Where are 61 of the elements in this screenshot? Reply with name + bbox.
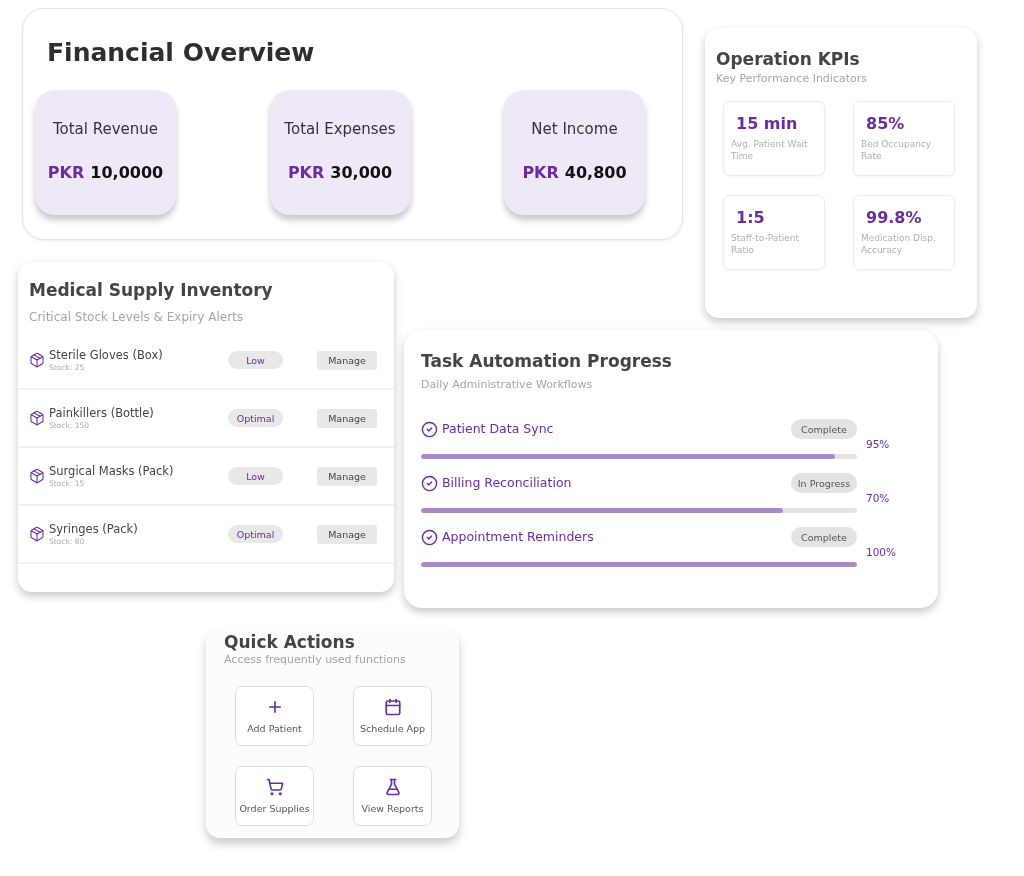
cart-icon <box>265 778 284 796</box>
task-name: Billing Reconciliation <box>442 475 572 491</box>
box-icon <box>29 468 45 484</box>
check-circle-icon <box>421 474 438 492</box>
box-icon <box>29 526 45 542</box>
card-title: Task Automation Progress <box>421 350 672 372</box>
currency-label: PKR <box>522 163 559 183</box>
kpi-label: Staff-to-Patient Ratio <box>731 232 800 256</box>
check-circle-icon <box>421 420 438 438</box>
progress-reading: 100% <box>866 546 897 558</box>
progress-reading: 70% <box>866 492 891 504</box>
card-title: Operation KPIs <box>716 48 860 70</box>
status-badge: Low <box>228 351 283 369</box>
progress-reading: 95% <box>866 438 891 450</box>
card-title: Medical Supply Inventory <box>29 279 273 301</box>
box-icon <box>29 352 45 368</box>
quick-action-button[interactable]: Schedule App <box>353 686 432 746</box>
kpi-value: 99.8% <box>866 208 922 228</box>
tile-label: Net Income <box>531 119 618 139</box>
item-name: Syringes (Pack) <box>49 522 138 537</box>
manage-button[interactable]: Manage <box>317 350 377 370</box>
amount-value: 10,0000 <box>90 163 164 183</box>
manage-button[interactable]: Manage <box>317 466 377 486</box>
box-icon <box>29 410 45 426</box>
calendar-icon <box>383 698 402 716</box>
item-name: Painkillers (Bottle) <box>49 406 154 421</box>
tile-label: Total Revenue <box>52 119 159 139</box>
item-name: Surgical Masks (Pack) <box>49 464 174 479</box>
status-badge: Optimal <box>228 409 283 427</box>
card-subtitle: Access frequently used functions <box>224 653 406 667</box>
tile-label: Total Expenses <box>284 119 396 139</box>
task-name: Patient Data Sync <box>442 421 554 437</box>
task-name: Appointment Reminders <box>442 529 594 545</box>
kpi-label: Avg. Patient Wait Time <box>731 138 809 162</box>
item-name: Sterile Gloves (Box) <box>49 348 163 363</box>
currency-label: PKR <box>287 163 325 183</box>
kpi-value: 85% <box>866 114 905 134</box>
status-badge: Complete <box>791 419 857 439</box>
manage-button[interactable]: Manage <box>317 408 377 428</box>
card-subtitle: Key Performance Indicators <box>716 72 867 86</box>
amount-value: 30,000 <box>330 163 393 183</box>
flask-icon <box>383 778 402 796</box>
status-badge: Optimal <box>228 525 283 543</box>
card-subtitle: Daily Administrative Workflows <box>421 378 593 392</box>
kpi-value: 1:5 <box>736 208 765 228</box>
currency-label: PKR <box>47 163 85 183</box>
status-badge: Complete <box>791 527 857 547</box>
quick-action-button[interactable]: Add Patient <box>235 686 314 746</box>
status-badge: In Progress <box>791 473 857 493</box>
check-circle-icon <box>421 528 438 546</box>
card-title: Financial Overview <box>47 37 315 69</box>
kpi-label: Medication Disp. Accuracy <box>861 232 937 256</box>
amount-value: 40,800 <box>564 163 627 183</box>
manage-button[interactable]: Manage <box>317 524 377 544</box>
kpi-label: Bed Occupancy Rate <box>861 138 933 162</box>
card-subtitle: Critical Stock Levels & Expiry Alerts <box>29 310 244 324</box>
status-badge: Low <box>228 467 283 485</box>
quick-action-button[interactable]: Order Supplies <box>235 766 314 826</box>
kpi-value: 15 min <box>736 114 798 134</box>
card-title: Quick Actions <box>224 631 355 653</box>
quick-action-button[interactable]: View Reports <box>353 766 432 826</box>
